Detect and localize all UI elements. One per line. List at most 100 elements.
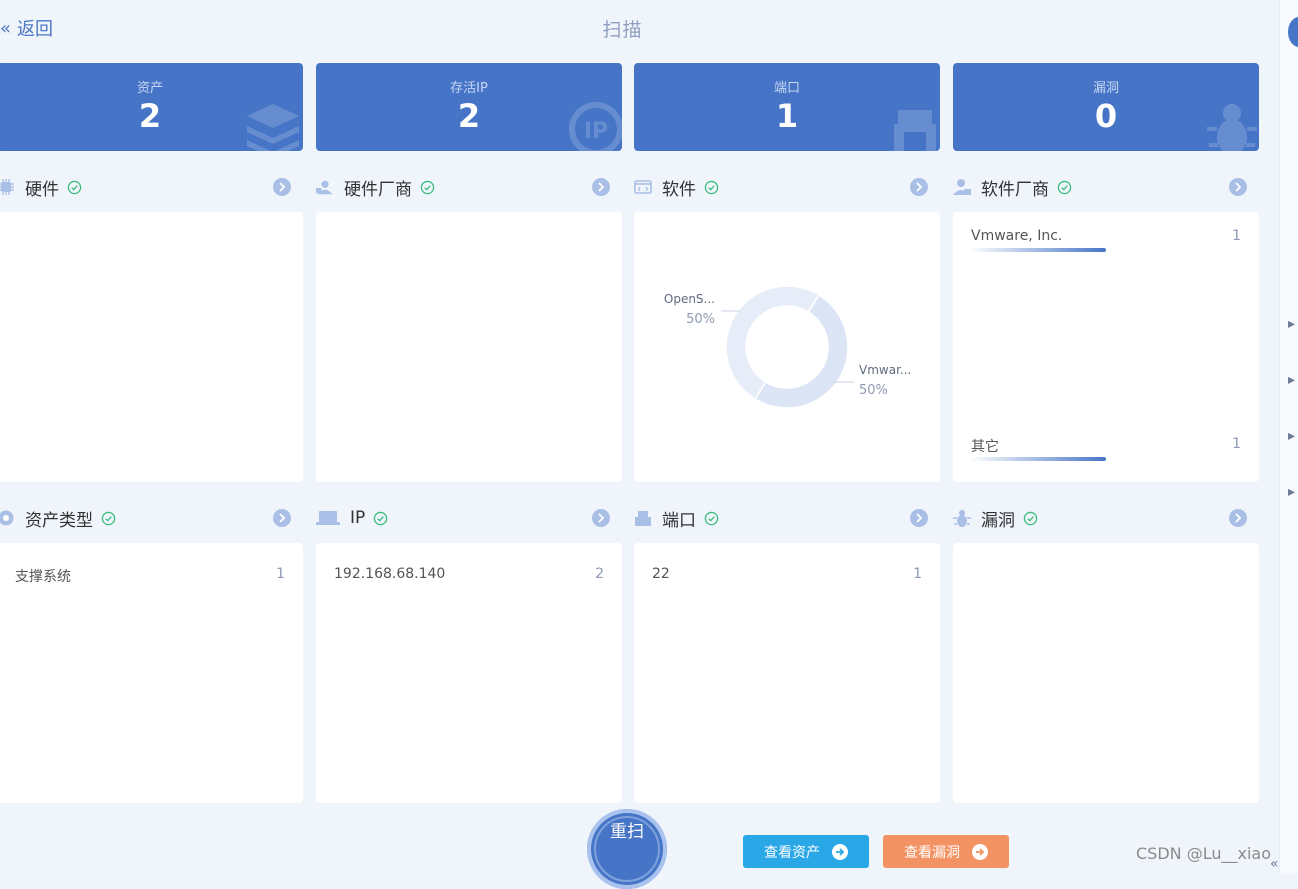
chevron-right-icon[interactable] [1229,178,1247,196]
arrow-right-circle-icon [972,843,988,860]
item-count: 1 [1232,436,1241,452]
panel-header-software-vendor: 软件厂商 [953,172,1259,202]
chevron-right-icon[interactable] [910,509,928,527]
item-name: 22 [652,566,670,582]
page-title: 扫描 [602,19,643,41]
item-name: 支撑系统 [15,569,71,585]
chevron-right-icon[interactable] [273,178,291,196]
chevron-right-icon[interactable] [1229,509,1247,527]
panel-header-port: 端口 [634,503,940,533]
panel-header-vuln: 漏洞 [953,503,1259,533]
slice-percent: 50% [859,383,888,398]
panel-header-asset-type: 资产类型 [0,503,303,533]
port-icon [634,509,652,527]
svg-text:IP: IP [584,119,608,144]
item-count: 2 [595,566,604,582]
asset-type-icon [0,509,15,527]
chevron-right-icon[interactable] [273,509,291,527]
software-donut-chart: OpenS... 50% Vmwar... 50% [664,285,911,409]
collapse-icon[interactable]: « [1270,856,1279,872]
sidebar-caret-icon[interactable]: ▸ [1288,372,1295,388]
chevron-right-icon[interactable] [910,178,928,196]
chevron-right-icon[interactable] [592,509,610,527]
check-circle-icon [67,180,82,194]
check-circle-icon [101,511,116,525]
bug-icon [953,509,971,527]
rescan-button[interactable]: 重扫 [587,809,667,889]
stack-icon [247,104,299,151]
list-item[interactable]: 22 1 [634,566,940,586]
list-item[interactable]: 192.168.68.140 2 [316,566,622,586]
sidebar-avatar[interactable] [1288,17,1298,47]
stat-card-ports[interactable]: 端口 1 [634,63,940,151]
stat-label: 漏洞 [1092,81,1119,96]
list-item[interactable]: Vmware, Inc. 1 [953,228,1259,248]
chip-icon [0,178,15,196]
check-circle-icon [420,180,435,194]
stat-card-live-ip[interactable]: 存活IP 2 IP [316,63,622,151]
watermark: CSDN @Lu__xiao [1136,844,1271,863]
item-name: 192.168.68.140 [334,566,446,582]
panel-header-software: 软件 [634,172,940,202]
item-name: 其它 [971,439,999,455]
right-sidebar-edge: ▸ ▸ ▸ ▸ « [1270,0,1298,873]
check-circle-icon [1023,511,1038,525]
sidebar-caret-icon[interactable]: ▸ [1288,316,1295,332]
user-icon [953,178,971,196]
stat-label: 资产 [136,81,163,96]
panel-software-vendor: Vmware, Inc. 1 其它 1 [953,212,1259,482]
code-window-icon [634,178,652,196]
item-count: 1 [913,566,922,582]
donut-slice[interactable] [754,293,849,409]
ip-icon: IP [569,102,622,151]
panel-title: 软件厂商 [981,179,1049,200]
panel-asset-type: 支撑系统 1 [0,543,303,803]
panel-title: 硬件厂商 [344,179,412,200]
sidebar-caret-icon[interactable]: ▸ [1288,484,1295,500]
slice-percent: 50% [686,312,715,327]
panel-header-hardware: 硬件 [0,172,303,202]
item-count: 1 [276,566,285,582]
item-name: Vmware, Inc. [971,228,1063,244]
panel-title: 漏洞 [981,510,1015,531]
view-vulns-label: 查看漏洞 [904,844,960,861]
view-assets-label: 查看资产 [764,844,820,861]
bug-icon [1207,104,1257,151]
stat-card-assets[interactable]: 资产 2 [0,63,303,151]
list-item[interactable]: 其它 1 [953,436,1259,456]
laptop-icon [316,509,340,527]
slice-label: OpenS... [664,292,715,306]
panel-title: 端口 [662,510,696,531]
panel-vuln [953,543,1259,803]
chevron-right-icon[interactable] [592,178,610,196]
stat-card-vulns[interactable]: 漏洞 0 [953,63,1259,151]
item-count: 1 [1232,228,1241,244]
check-circle-icon [704,180,719,194]
check-circle-icon [704,511,719,525]
slice-label: Vmwar... [859,363,911,377]
panel-software: OpenS... 50% Vmwar... 50% [634,212,940,482]
view-vulns-button[interactable]: 查看漏洞 [883,835,1009,868]
panel-title: 资产类型 [25,510,93,531]
arrow-right-circle-icon [832,843,848,860]
panel-title: 硬件 [25,179,59,200]
panel-title: IP [350,508,366,528]
view-assets-button[interactable]: 查看资产 [743,835,869,868]
item-bar [971,248,1106,252]
panel-port: 22 1 [634,543,940,803]
list-item[interactable]: 支撑系统 1 [0,566,303,586]
panel-title: 软件 [662,179,696,200]
donut-slice[interactable] [725,285,820,401]
panel-hardware [0,212,303,482]
panel-ip: 192.168.68.140 2 [316,543,622,803]
port-icon [894,110,936,151]
panel-header-ip: IP [316,503,622,533]
panel-hardware-vendor [316,212,622,482]
rescan-label: 重扫 [610,821,644,842]
check-circle-icon [1057,180,1072,194]
item-bar [971,457,1106,461]
vendor-icon [316,178,334,196]
stat-label: 端口 [773,81,800,96]
sidebar-caret-icon[interactable]: ▸ [1288,428,1295,444]
check-circle-icon [374,511,388,525]
